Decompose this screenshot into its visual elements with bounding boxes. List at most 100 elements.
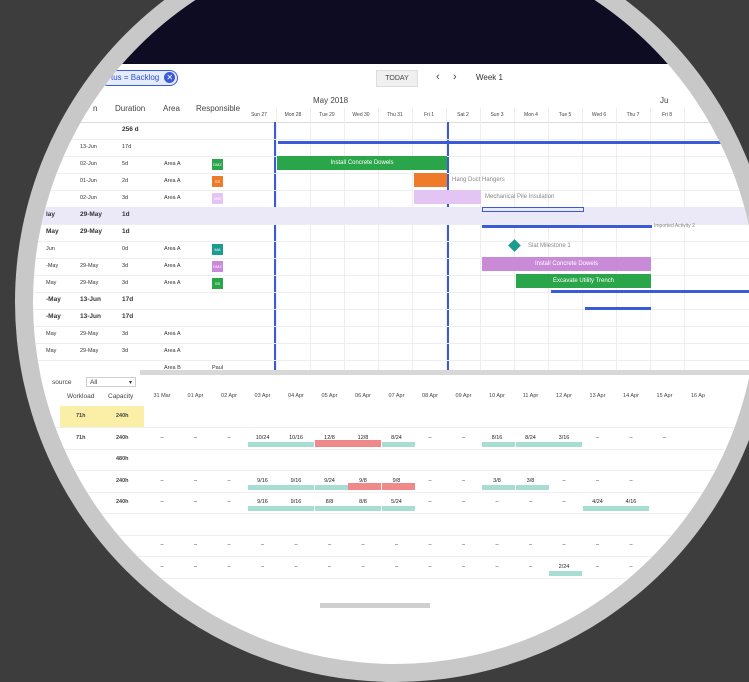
load-value: – xyxy=(294,542,298,548)
load-value: 9/8 xyxy=(392,477,401,484)
load-value: 9/16 xyxy=(257,499,268,505)
load-value: – xyxy=(394,542,399,548)
load-value: – xyxy=(562,499,566,505)
filter-chip-label: tus = Backlog xyxy=(111,73,160,82)
resource-date-header: 10 Apr xyxy=(489,393,505,399)
resource-date-header: 08 Apr xyxy=(422,393,438,399)
activity-start: -May xyxy=(46,126,61,133)
activity-end: 13-Jun xyxy=(80,313,101,320)
activity-duration: 3d xyxy=(122,263,129,269)
load-value: – xyxy=(662,434,667,441)
activity-start: -May xyxy=(46,263,59,269)
load-value: – xyxy=(193,499,198,505)
gantt-bar[interactable]: Excavate Utility Trench xyxy=(516,274,651,288)
load-value: – xyxy=(528,563,533,570)
gantt-bar[interactable]: Install Concrete Dowels xyxy=(482,257,651,271)
start-column-header[interactable]: n xyxy=(93,104,97,113)
duration-column-header[interactable]: Duration xyxy=(115,104,145,113)
summary-bar[interactable] xyxy=(551,290,749,293)
gantt-bar[interactable] xyxy=(414,190,481,204)
responsible-badge: DMZ xyxy=(212,159,223,170)
summary-bar[interactable] xyxy=(585,307,651,310)
today-button[interactable]: TODAY xyxy=(376,70,418,87)
area-column-header[interactable]: Area xyxy=(163,104,180,113)
activity-start: -May xyxy=(46,296,61,303)
activity-row[interactable]: lay 29-May 1d xyxy=(33,207,749,225)
resource-capacity: 480h xyxy=(116,456,129,462)
resource-header xyxy=(33,376,749,406)
activity-duration: 0d xyxy=(122,246,129,252)
close-icon[interactable]: ✕ xyxy=(164,72,176,83)
load-value: – xyxy=(227,477,231,484)
activity-row[interactable]: May 29-May 3d Area A xyxy=(33,343,749,361)
day-header: Sat 2 xyxy=(457,112,469,118)
load-value: – xyxy=(428,499,432,505)
load-value: 10/16 xyxy=(289,434,303,441)
chevron-right-icon[interactable]: › xyxy=(453,70,457,85)
day-header: Fri 8 xyxy=(662,112,672,118)
load-value: – xyxy=(461,499,466,505)
gantt-bar-outline[interactable] xyxy=(482,207,584,212)
load-value: – xyxy=(361,542,365,548)
activity-row[interactable]: -May 256 d xyxy=(33,122,749,140)
activity-duration: 256 d xyxy=(122,126,139,133)
resource-row[interactable]: 240h – – – 9/16 9/16 9/24 9/8 9/8 – – 3/8 3/8 – – – xyxy=(33,471,749,493)
horizontal-scrollbar[interactable] xyxy=(140,370,749,375)
resource-scrollbar[interactable] xyxy=(320,603,430,608)
resource-filter-value: All xyxy=(90,379,98,386)
activity-duration: 3d xyxy=(122,348,129,354)
resource-date-header: 04 Apr xyxy=(288,393,304,399)
load-value: – xyxy=(495,542,499,548)
summary-bar[interactable] xyxy=(278,141,749,144)
activity-area: Area A xyxy=(164,331,181,337)
load-value: – xyxy=(193,477,198,484)
workload-header[interactable]: Workload xyxy=(67,393,94,400)
summary-bar[interactable] xyxy=(482,225,652,228)
status-filter-chip[interactable]: tus = Backlog ✕ xyxy=(100,70,179,86)
resource-date-header: 01 Apr xyxy=(187,393,204,399)
gantt-bar[interactable]: Install Concrete Dowels xyxy=(277,156,447,170)
chevron-left-icon[interactable]: ‹ xyxy=(436,70,440,85)
month-label: May 2018 xyxy=(313,96,349,105)
resource-row[interactable]: – – – – – – – – – – – – 2/24 – – xyxy=(33,557,749,579)
resource-workload: 71h xyxy=(76,413,86,419)
resource-date-header: 13 Apr xyxy=(589,393,606,399)
top-navbar xyxy=(33,0,749,64)
activity-end: 29-May xyxy=(80,348,99,354)
activity-end: 13-Jun xyxy=(80,296,101,303)
activity-start: May xyxy=(46,280,57,286)
load-value: – xyxy=(629,477,633,484)
load-value: 4/16 xyxy=(625,499,637,505)
activity-row[interactable]: 01-Jun 2d Area A SS xyxy=(33,173,749,191)
activity-row[interactable]: 02-Jun 3d Area A MM xyxy=(33,190,749,208)
load-value: – xyxy=(461,434,466,441)
activity-duration: 3d xyxy=(122,195,129,201)
resource-row[interactable]: 240h – – – 9/16 9/16 8/8 8/8 5/24 – – – – – 4/24 4/16 xyxy=(33,492,749,514)
activity-end: 29-May xyxy=(80,263,99,269)
load-value: – xyxy=(562,542,566,548)
resource-row[interactable] xyxy=(33,514,749,536)
capacity-header[interactable]: Capacity xyxy=(108,393,133,400)
day-header: Thu 7 xyxy=(626,112,640,118)
load-value: – xyxy=(193,542,198,548)
activity-row[interactable]: -May 13-Jun 17d xyxy=(33,309,749,327)
scheduler-app: tus = Backlog ✕ TODAY ‹ › Week 1 n Durat… xyxy=(33,0,749,664)
responsible-column-header[interactable]: Responsible xyxy=(196,104,240,113)
day-header: Mon 4 xyxy=(524,112,538,118)
load-value: – xyxy=(495,499,499,505)
activity-row[interactable]: May 29-May 3d Area A xyxy=(33,326,749,344)
resource-filter-select[interactable]: All ▾ xyxy=(86,377,136,387)
load-value: 2/24 xyxy=(558,563,570,570)
activity-end: 29-May xyxy=(80,228,103,235)
resource-date-header: 31 Mar xyxy=(153,393,171,399)
resource-row[interactable]: – – – – – – – – – – – – – – – xyxy=(33,535,749,557)
resource-row[interactable]: 71h 240h – – – 10/24 10/16 12/8 12/8 8/24 – – 8/16 8/… xyxy=(33,428,749,450)
resource-row[interactable]: 480h xyxy=(33,449,749,471)
activity-start: Jun xyxy=(46,246,55,252)
activity-end: 02-Jun xyxy=(80,195,97,201)
load-value: – xyxy=(160,499,164,505)
gantt-bar[interactable] xyxy=(414,173,447,187)
resource-row[interactable]: 71h 240h xyxy=(33,406,749,428)
responsible-badge: MA xyxy=(212,244,223,255)
load-value: – xyxy=(629,542,633,548)
